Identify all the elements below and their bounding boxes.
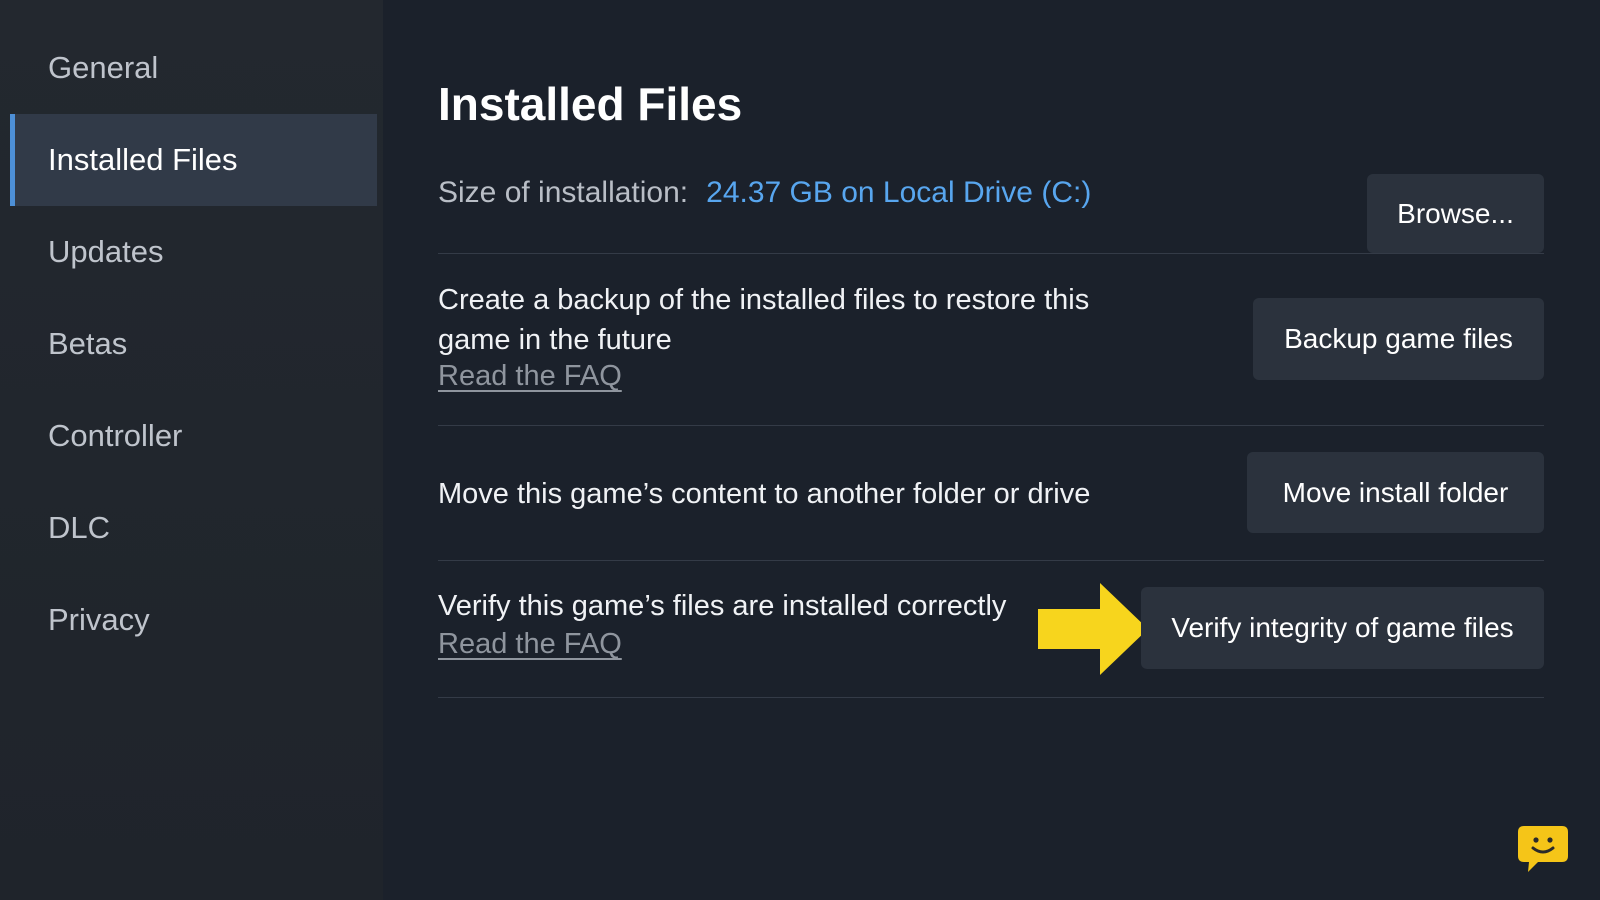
backup-row: Create a backup of the installed files t… <box>438 254 1544 426</box>
sidebar-item-privacy[interactable]: Privacy <box>0 574 377 666</box>
sidebar-item-label: Privacy <box>48 602 150 637</box>
sidebar-item-installed-files[interactable]: Installed Files <box>10 114 377 206</box>
sidebar-item-label: Betas <box>48 326 128 361</box>
move-description: Move this game’s content to another fold… <box>438 478 1091 510</box>
backup-faq-link[interactable]: Read the FAQ <box>438 360 622 393</box>
sidebar-item-label: General <box>48 50 159 85</box>
sidebar-item-dlc[interactable]: DLC <box>0 482 377 574</box>
move-install-folder-button[interactable]: Move install folder <box>1247 452 1544 533</box>
sidebar-item-controller[interactable]: Controller <box>0 390 377 482</box>
sidebar-item-betas[interactable]: Betas <box>0 298 377 390</box>
arrow-right-icon <box>1038 583 1148 675</box>
installation-size-row: Size of installation: 24.37 GB on Local … <box>438 132 1544 254</box>
verify-row: Verify this game’s files are installed c… <box>438 561 1544 698</box>
sidebar-item-label: Updates <box>48 234 164 269</box>
sidebar: General Installed Files Updates Betas Co… <box>0 0 383 900</box>
verify-text-block: Verify this game’s files are installed c… <box>438 586 1006 661</box>
verify-description: Verify this game’s files are installed c… <box>438 590 1007 622</box>
sidebar-item-updates[interactable]: Updates <box>0 206 377 298</box>
sidebar-item-label: Controller <box>48 418 183 453</box>
verify-faq-link[interactable]: Read the FAQ <box>438 628 622 661</box>
browse-button[interactable]: Browse... <box>1367 174 1544 253</box>
backup-description: Create a backup of the installed files t… <box>438 284 1090 356</box>
app-window: General Installed Files Updates Betas Co… <box>0 0 1600 900</box>
size-value: 24.37 GB on Local Drive (C:) <box>706 175 1092 209</box>
main-panel: Installed Files Size of installation: 24… <box>383 0 1600 900</box>
size-label: Size of installation: <box>438 175 689 209</box>
backup-game-files-button[interactable]: Backup game files <box>1253 298 1544 380</box>
chat-smiley-icon[interactable] <box>1516 824 1570 874</box>
sidebar-item-label: DLC <box>48 510 111 545</box>
page-title: Installed Files <box>438 78 743 130</box>
verify-integrity-button[interactable]: Verify integrity of game files <box>1141 587 1544 669</box>
sidebar-item-general[interactable]: General <box>0 22 377 114</box>
sidebar-item-label: Installed Files <box>48 142 238 177</box>
move-row: Move this game’s content to another fold… <box>438 426 1544 561</box>
backup-text-block: Create a backup of the installed files t… <box>438 280 1168 393</box>
